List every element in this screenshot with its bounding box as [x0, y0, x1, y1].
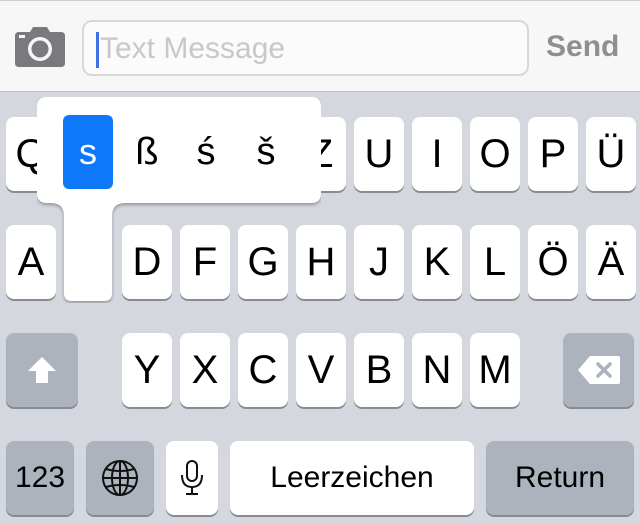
return-key[interactable]: Return	[486, 441, 634, 515]
accent-option-s-caron[interactable]: š	[241, 115, 291, 189]
key-l[interactable]: L	[470, 225, 520, 299]
key-y[interactable]: Y	[122, 333, 172, 407]
message-field[interactable]: Text Message	[82, 20, 529, 76]
key-oe[interactable]: Ö	[528, 225, 578, 299]
microphone-icon	[181, 460, 203, 495]
key-o[interactable]: O	[470, 117, 520, 191]
key-u[interactable]: U	[354, 117, 404, 191]
key-b[interactable]: B	[354, 333, 404, 407]
divider	[0, 0, 640, 1]
accent-option-s[interactable]: s	[63, 115, 113, 189]
shift-key[interactable]	[6, 333, 78, 407]
key-i[interactable]: I	[412, 117, 462, 191]
message-input-bar: Text Message Send	[0, 0, 640, 92]
globe-icon	[102, 460, 138, 496]
accent-option-s-acute[interactable]: ś	[181, 115, 231, 189]
delete-key[interactable]	[563, 333, 634, 407]
delete-backspace-icon	[577, 356, 620, 384]
key-m[interactable]: M	[470, 333, 520, 407]
shift-arrow-icon	[28, 357, 56, 383]
key-ue[interactable]: Ü	[586, 117, 636, 191]
globe-key[interactable]	[86, 441, 154, 515]
message-placeholder: Text Message	[100, 32, 286, 65]
key-k[interactable]: K	[412, 225, 462, 299]
space-key[interactable]: Leerzeichen	[230, 441, 474, 515]
key-p[interactable]: P	[528, 117, 578, 191]
numbers-key[interactable]: 123	[6, 441, 74, 515]
dictation-key[interactable]	[166, 441, 218, 515]
send-button[interactable]: Send	[546, 27, 619, 67]
key-c[interactable]: C	[238, 333, 288, 407]
text-caret	[96, 32, 99, 68]
key-n[interactable]: N	[412, 333, 462, 407]
key-ae[interactable]: Ä	[586, 225, 636, 299]
key-v[interactable]: V	[296, 333, 346, 407]
key-j[interactable]: J	[354, 225, 404, 299]
accent-option-eszett[interactable]: ß	[122, 115, 172, 189]
camera-icon[interactable]	[15, 27, 65, 67]
key-x[interactable]: X	[180, 333, 230, 407]
